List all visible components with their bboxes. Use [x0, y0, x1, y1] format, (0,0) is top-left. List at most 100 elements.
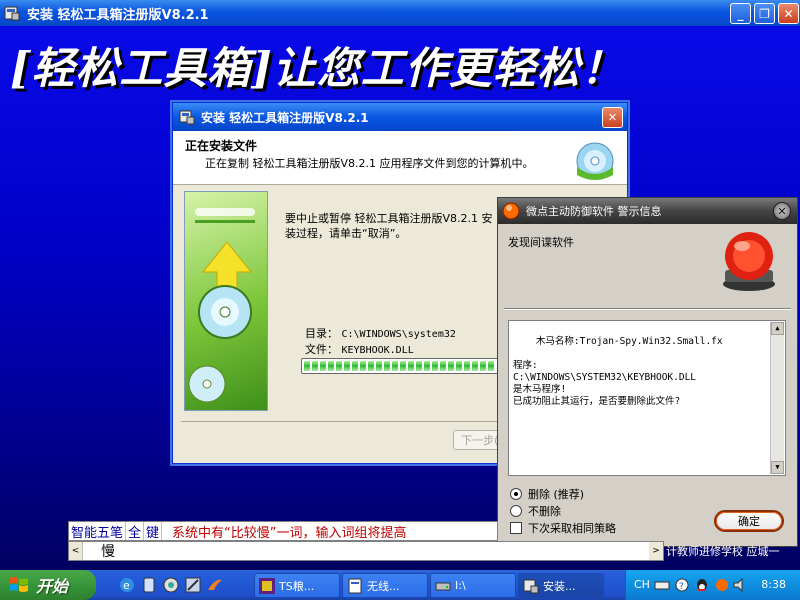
option-keep-label: 不删除 — [528, 505, 561, 518]
option-delete-label: 删除 (推荐) — [528, 488, 585, 501]
progress-segment — [328, 361, 334, 371]
security-alert-dialog: 微点主动防御软件 警示信息 ✕ 发现间谍软件 木马名称:Trojan-Spy.W… — [497, 197, 798, 547]
ime-prev-icon[interactable]: < — [69, 542, 83, 560]
app-title: 安装 轻松工具箱注册版V8.2.1 — [27, 7, 209, 23]
progress-segment — [480, 361, 486, 371]
target-directory: 目录： C:\WINDOWS\system32 — [305, 325, 456, 341]
language-indicator[interactable]: CH — [634, 578, 650, 591]
minimize-icon: _ — [737, 6, 744, 21]
task-ts[interactable]: TS粮... — [254, 573, 340, 598]
task-wireless[interactable]: 无线... — [342, 573, 428, 598]
network-icon[interactable] — [162, 576, 180, 594]
setup-titlebar[interactable]: 安装 轻松工具箱注册版V8.2.1 — [173, 103, 627, 131]
alert-title: 微点主动防御软件 警示信息 — [526, 205, 662, 218]
banner-title: [轻松工具箱]让您工作更轻松！ — [10, 44, 625, 94]
current-file: 文件： KEYBHOOK.DLL — [305, 341, 414, 357]
progress-segment — [424, 361, 430, 371]
install-progress-bar — [301, 358, 501, 374]
setup-header-subtitle: 正在复制 轻松工具箱注册版V8.2.1 应用程序文件到您的计算机中。 — [205, 157, 534, 170]
restore-button[interactable]: ❐ — [754, 3, 775, 24]
keyboard-icon[interactable] — [654, 577, 670, 593]
document-icon — [348, 578, 362, 593]
file-value: KEYBHOOK.DLL — [341, 345, 414, 356]
setup-side-banner — [184, 191, 268, 411]
tool-icon[interactable] — [184, 576, 202, 594]
divider — [504, 308, 791, 310]
ime-next-icon[interactable]: > — [649, 542, 663, 560]
progress-segment — [448, 361, 454, 371]
progress-segment — [408, 361, 414, 371]
task-label: 无线... — [367, 579, 400, 593]
svg-text:?: ? — [679, 582, 684, 592]
progress-segment — [456, 361, 462, 371]
setup-illustration — [188, 208, 255, 403]
help-icon[interactable]: ? — [674, 577, 690, 593]
clock[interactable]: 8:38 — [761, 578, 786, 591]
alarm-light-icon — [723, 232, 775, 291]
task-label: I:\ — [455, 579, 466, 592]
setup-close-button[interactable]: ✕ — [602, 107, 623, 128]
progress-segment — [384, 361, 390, 371]
delete-radio[interactable] — [510, 488, 522, 500]
installer-icon — [523, 579, 539, 593]
option-delete[interactable]: 删除 (推荐) — [510, 486, 584, 502]
volume-icon[interactable] — [732, 577, 748, 593]
ime-mode-name[interactable]: 智能五笔 — [69, 522, 127, 540]
alert-app-icon — [502, 202, 520, 220]
restore-icon: ❐ — [759, 6, 770, 21]
directory-label: 目录： — [305, 327, 338, 340]
start-button[interactable]: 开始 — [0, 570, 96, 600]
progress-segment — [488, 361, 494, 371]
close-icon: ✕ — [783, 6, 794, 21]
option-same-policy[interactable]: 下次采取相同策略 — [510, 520, 616, 536]
ie-icon[interactable]: e — [118, 576, 136, 594]
ime-keyboard[interactable]: 键 — [144, 522, 163, 540]
alert-titlebar[interactable]: 微点主动防御软件 警示信息 — [498, 198, 797, 224]
progress-segment — [336, 361, 342, 371]
details-scrollbar[interactable]: ▲ ▼ — [770, 322, 784, 474]
antivirus-tray-icon[interactable] — [714, 577, 730, 593]
task-installer[interactable]: 安装... — [518, 573, 604, 598]
threat-details: 木马名称:Trojan-Spy.Win32.Small.fx 程序: C:\WI… — [508, 320, 786, 476]
app-titlebar[interactable]: 安装 轻松工具箱注册版V8.2.1 _ ❐ ✕ — [0, 0, 800, 26]
keep-radio[interactable] — [510, 505, 522, 517]
qq-icon[interactable] — [694, 577, 710, 593]
progress-segment — [360, 361, 366, 371]
ime-full-width[interactable]: 全 — [126, 522, 145, 540]
progress-segment — [320, 361, 326, 371]
drive-icon — [435, 582, 451, 590]
task-label: TS粮... — [279, 579, 315, 593]
setup-header-title: 正在安装文件 — [185, 139, 258, 153]
progress-segment — [304, 361, 310, 371]
threat-details-text: 木马名称:Trojan-Spy.Win32.Small.fx 程序: C:\WI… — [513, 336, 723, 407]
flashget-icon[interactable] — [206, 576, 224, 594]
file-label: 文件： — [305, 343, 338, 356]
media-icon[interactable] — [140, 576, 158, 594]
ime-candidate-row: < 慢 > — [68, 541, 664, 561]
alert-close-button[interactable]: ✕ — [773, 202, 791, 220]
same-policy-checkbox[interactable] — [510, 522, 522, 534]
ok-button[interactable]: 确定 — [714, 510, 784, 532]
setup-message: 要中止或暂停 轻松工具箱注册版V8.2.1 安装过程，请单击“取消”。 — [285, 212, 493, 240]
alert-headline: 发现间谍软件 — [508, 236, 574, 249]
task-drive-i[interactable]: I:\ — [430, 573, 516, 598]
progress-segment — [472, 361, 478, 371]
directory-value: C:\WINDOWS\system32 — [341, 329, 456, 340]
progress-segment — [376, 361, 382, 371]
cd-icon — [576, 142, 614, 180]
close-icon: ✕ — [607, 111, 618, 124]
scroll-down-icon[interactable]: ▼ — [771, 461, 784, 474]
setup-title: 安装 轻松工具箱注册版V8.2.1 — [201, 110, 369, 125]
minimize-button[interactable]: _ — [730, 3, 751, 24]
progress-segment — [432, 361, 438, 371]
progress-segment — [312, 361, 318, 371]
progress-segment — [368, 361, 374, 371]
scroll-up-icon[interactable]: ▲ — [771, 322, 784, 335]
close-button[interactable]: ✕ — [778, 3, 799, 24]
option-same-policy-label: 下次采取相同策略 — [528, 522, 616, 535]
ime-hint: 系统中有“比较慢”一词，输入词组将提高 — [172, 525, 407, 541]
progress-segment — [440, 361, 446, 371]
ime-candidate-word[interactable]: 慢 — [101, 541, 115, 561]
option-keep[interactable]: 不删除 — [510, 503, 561, 519]
taskbar: 开始 e TS粮... 无线... I:\ 安装... CH ? 8:38 — [0, 570, 800, 600]
